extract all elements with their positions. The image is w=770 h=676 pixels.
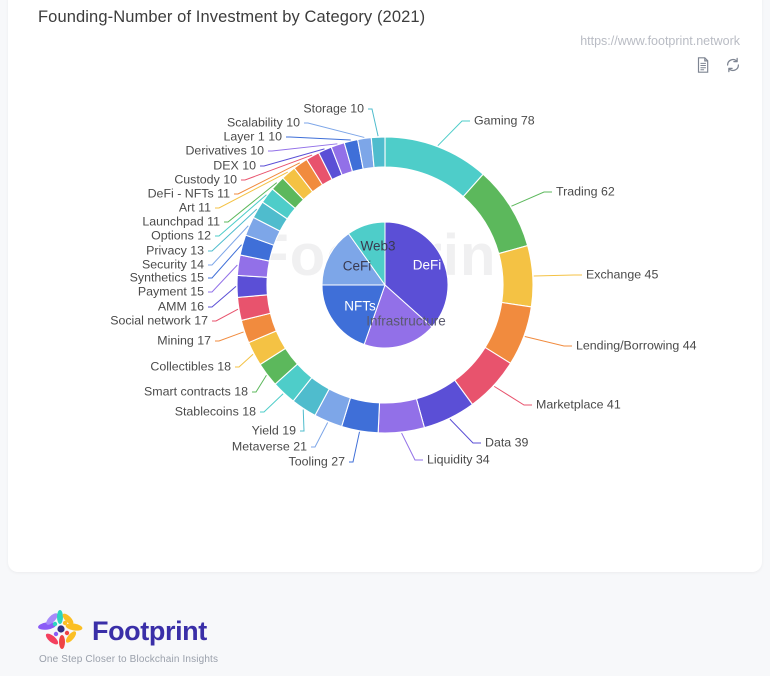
- outer-label: Options 12: [151, 228, 211, 242]
- chart-svg: Gaming 78 Trading 62 Exchange 45 Lending/Bo…: [110, 101, 697, 468]
- inner-label: Infrastructure: [366, 314, 446, 329]
- leader-line: [208, 264, 238, 293]
- outer-label: Derivatives 10: [185, 143, 264, 157]
- leader-line: [208, 286, 237, 308]
- outer-label: Yield 19: [252, 423, 296, 437]
- brand-name: Footprint: [92, 615, 207, 646]
- leader-line: [511, 191, 552, 207]
- leader-line: [368, 108, 379, 137]
- inner-label: DeFi: [413, 258, 442, 273]
- outer-label: Synthetics 15: [130, 270, 204, 284]
- outer-label: Stablecoins 18: [175, 404, 256, 418]
- outer-segment[interactable]: [377, 398, 426, 434]
- inner-label: NFTs: [344, 299, 376, 314]
- outer-label: Security 14: [142, 257, 204, 271]
- leader-line: [300, 409, 305, 432]
- outer-label: Art 11: [179, 200, 211, 214]
- outer-label: Layer 1 10: [223, 129, 282, 143]
- leader-line: [252, 374, 267, 393]
- leader-line: [260, 393, 284, 413]
- outer-segment[interactable]: [462, 173, 529, 255]
- outer-label: Exchange 45: [586, 267, 658, 281]
- outer-label: Social network 17: [110, 313, 208, 327]
- outer-label: Tooling 27: [289, 454, 346, 468]
- leader-line: [401, 432, 423, 461]
- outer-segment[interactable]: [384, 136, 484, 198]
- outer-label: Lending/Borrowing 44: [576, 338, 697, 352]
- leader-line: [235, 353, 254, 368]
- outer-label: Liquidity 34: [427, 452, 490, 466]
- leader-line: [533, 274, 582, 277]
- leader-line: [524, 336, 572, 347]
- outer-label: Payment 15: [138, 284, 204, 298]
- leader-line: [349, 431, 360, 463]
- outer-label: Custody 10: [174, 172, 237, 186]
- donut-chart: Gaming 78 Trading 62 Exchange 45 Lending/Bo…: [8, 0, 762, 572]
- outer-segment[interactable]: [370, 136, 386, 169]
- outer-label: Mining 17: [157, 333, 211, 347]
- leader-line: [304, 122, 365, 138]
- outer-label: DEX 10: [213, 158, 256, 172]
- outer-label: DeFi - NFTs 11: [148, 186, 230, 200]
- leader-line: [493, 385, 532, 406]
- footer: Footprint One Step Closer to Blockchain …: [0, 596, 770, 676]
- leader-line: [449, 418, 481, 444]
- outer-label: Gaming 78: [474, 113, 535, 127]
- outer-segment[interactable]: [236, 274, 269, 298]
- brand-tagline: One Step Closer to Blockchain Insights: [39, 654, 219, 665]
- outer-label: Smart contracts 18: [144, 384, 248, 398]
- footprint-logo: Footprint: [38, 610, 207, 652]
- outer-label: Data 39: [485, 435, 529, 449]
- outer-label: Trading 62: [556, 184, 615, 198]
- outer-label: Launchpad 11: [142, 214, 220, 228]
- outer-label: AMM 16: [158, 299, 204, 313]
- leader-line: [212, 308, 239, 322]
- outer-label: Privacy 13: [146, 243, 204, 257]
- leader-line: [286, 136, 351, 141]
- leader-line: [311, 422, 329, 448]
- outer-label: Metaverse 21: [232, 439, 307, 453]
- inner-label: Web3: [360, 239, 395, 254]
- chart-card: Founding-Number of Investment by Categor…: [8, 0, 762, 572]
- inner-label: CeFi: [343, 259, 372, 274]
- outer-segment[interactable]: [498, 244, 534, 308]
- outer-label: Storage 10: [303, 101, 364, 115]
- leader-line: [215, 331, 244, 342]
- outer-label: Scalability 10: [227, 115, 300, 129]
- leader-line: [437, 120, 470, 147]
- outer-label: Marketplace 41: [536, 397, 621, 411]
- footprint-flower-logo: [38, 610, 83, 649]
- outer-label: Collectibles 18: [150, 359, 231, 373]
